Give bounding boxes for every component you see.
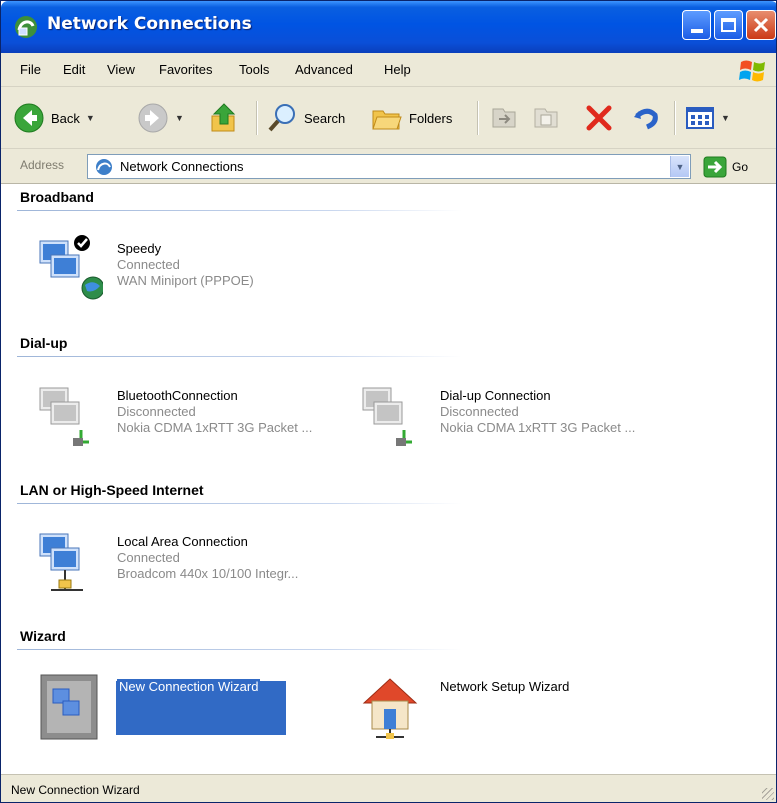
undo-icon xyxy=(634,108,658,130)
copy-to-button[interactable] xyxy=(531,101,561,135)
connection-name: BluetoothConnection xyxy=(117,388,238,403)
connection-info: Local Area Connection Connected Broadcom… xyxy=(117,534,298,582)
back-button[interactable]: Back ▼ xyxy=(13,101,95,135)
close-button[interactable] xyxy=(746,10,776,40)
maximize-icon xyxy=(721,18,736,32)
lan-connection-icon xyxy=(39,533,83,591)
connection-item-speedy[interactable]: Speedy Connected WAN Miniport (PPPOE) xyxy=(37,233,357,308)
connection-item-lan[interactable]: Local Area Connection Connected Broadcom… xyxy=(37,526,357,601)
search-label: Search xyxy=(304,110,346,126)
address-input[interactable]: Network Connections ▼ xyxy=(87,154,691,179)
menu-help[interactable]: Help xyxy=(384,62,411,77)
back-dropdown-icon[interactable]: ▼ xyxy=(86,113,95,123)
minimize-icon xyxy=(690,29,703,33)
forward-dropdown-icon[interactable]: ▼ xyxy=(175,113,184,123)
group-header-dialup: Dial-up xyxy=(20,335,68,351)
menu-tools[interactable]: Tools xyxy=(239,62,269,77)
search-icon xyxy=(268,104,295,132)
connection-info: Dial-up Connection Disconnected Nokia CD… xyxy=(440,388,635,436)
status-text: New Connection Wizard xyxy=(11,783,140,797)
dialup-connection-icon xyxy=(39,387,89,446)
connection-status: Connected xyxy=(117,550,180,565)
wizard-name: New Connection Wizard xyxy=(117,679,261,695)
go-label: Go xyxy=(732,160,749,174)
up-button[interactable] xyxy=(209,101,239,135)
wizard-item-network-setup[interactable]: Network Setup Wizard xyxy=(360,673,680,748)
connection-name: Dial-up Connection xyxy=(440,388,551,403)
wizard-info: Network Setup Wizard xyxy=(440,679,569,695)
views-icon xyxy=(686,107,714,129)
group-header-broadband: Broadband xyxy=(20,189,94,205)
search-button[interactable]: Search xyxy=(266,101,345,135)
toolbar: Back ▼ ▼ Search Folders ▼ xyxy=(1,87,776,149)
wizard-icon xyxy=(40,674,98,740)
menu-view[interactable]: View xyxy=(107,62,135,77)
connection-status: Disconnected xyxy=(440,404,519,419)
go-button[interactable]: Go xyxy=(703,155,748,179)
maximize-button[interactable] xyxy=(714,10,743,40)
connection-device: WAN Miniport (PPPOE) xyxy=(117,273,254,288)
delete-button[interactable] xyxy=(585,101,613,135)
menu-bar: File Edit View Favorites Tools Advanced … xyxy=(1,53,776,87)
undo-button[interactable] xyxy=(631,101,661,135)
address-bar: Address Network Connections ▼ Go xyxy=(1,149,776,184)
folders-icon xyxy=(372,110,402,130)
address-label: Address xyxy=(20,158,65,172)
address-dropdown-icon[interactable]: ▼ xyxy=(670,156,689,177)
group-header-lan: LAN or High-Speed Internet xyxy=(20,482,204,498)
wizard-info: New Connection Wizard xyxy=(117,679,261,695)
connection-item-bluetooth[interactable]: BluetoothConnection Disconnected Nokia C… xyxy=(37,380,357,455)
wizard-name: Network Setup Wizard xyxy=(440,679,570,694)
wizard-item-new-connection[interactable]: New Connection Wizard xyxy=(37,673,357,748)
dialup-connection-icon xyxy=(362,387,412,446)
title-bar[interactable]: Network Connections xyxy=(1,1,776,53)
back-label: Back xyxy=(51,110,80,126)
move-to-button[interactable] xyxy=(489,101,519,135)
broadband-connection-icon xyxy=(39,235,103,300)
connection-name: Local Area Connection xyxy=(117,534,248,549)
explorer-window: Network Connections File Edit View Favor… xyxy=(0,0,777,803)
connection-info: Speedy Connected WAN Miniport (PPPOE) xyxy=(117,241,254,289)
menu-advanced[interactable]: Advanced xyxy=(295,62,353,77)
connection-device: Broadcom 440x 10/100 Integr... xyxy=(117,566,299,581)
close-icon xyxy=(753,17,769,33)
group-divider xyxy=(17,649,462,650)
up-folder-icon xyxy=(211,103,236,132)
group-divider xyxy=(17,210,462,211)
copy-to-icon xyxy=(534,108,558,128)
forward-button[interactable]: ▼ xyxy=(137,101,184,135)
menu-file[interactable]: File xyxy=(20,62,41,77)
connection-item-dialup[interactable]: Dial-up Connection Disconnected Nokia CD… xyxy=(360,380,680,455)
back-icon xyxy=(14,103,44,133)
forward-icon xyxy=(138,103,168,133)
move-to-icon xyxy=(492,108,516,128)
status-bar: New Connection Wizard xyxy=(1,774,776,802)
minimize-button[interactable] xyxy=(682,10,711,40)
group-divider xyxy=(17,503,462,504)
resize-grip-icon[interactable] xyxy=(762,788,774,800)
folders-label: Folders xyxy=(409,110,453,126)
house-icon xyxy=(362,678,418,739)
menu-edit[interactable]: Edit xyxy=(63,62,85,77)
views-button[interactable]: ▼ xyxy=(685,101,730,135)
group-divider xyxy=(17,356,462,357)
windows-flag-icon xyxy=(739,60,765,82)
delete-icon xyxy=(586,105,612,131)
go-arrow-icon xyxy=(703,156,727,178)
connection-device: Nokia CDMA 1xRTT 3G Packet ... xyxy=(117,420,313,435)
connection-device: Nokia CDMA 1xRTT 3G Packet ... xyxy=(440,420,636,435)
views-dropdown-icon[interactable]: ▼ xyxy=(721,113,730,123)
group-header-wizard: Wizard xyxy=(20,628,66,644)
network-connections-icon xyxy=(15,16,37,38)
connection-info: BluetoothConnection Disconnected Nokia C… xyxy=(117,388,312,436)
network-connections-icon xyxy=(96,159,112,175)
window-title: Network Connections xyxy=(47,14,252,34)
connection-status: Connected xyxy=(117,257,180,272)
connection-status: Disconnected xyxy=(117,404,196,419)
address-value: Network Connections xyxy=(120,159,244,174)
menu-favorites[interactable]: Favorites xyxy=(159,62,212,77)
connection-name: Speedy xyxy=(117,241,162,256)
folders-button[interactable]: Folders xyxy=(371,101,452,135)
